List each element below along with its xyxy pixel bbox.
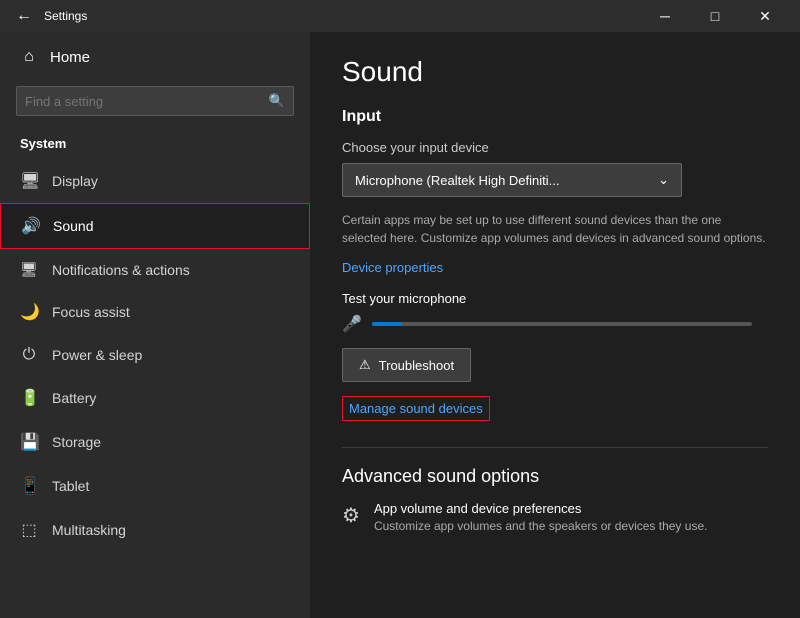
mic-row: 🎤 <box>342 314 768 334</box>
sidebar-item-battery[interactable]: 🔋 Battery <box>0 376 310 420</box>
device-properties-link[interactable]: Device properties <box>342 260 443 275</box>
choose-device-label: Choose your input device <box>342 140 768 155</box>
sidebar-item-focus[interactable]: 🌙 Focus assist <box>0 290 310 334</box>
sidebar-item-storage[interactable]: 💾 Storage <box>0 420 310 464</box>
display-icon: 🖥 <box>20 171 38 191</box>
sidebar-item-label: Display <box>52 173 98 189</box>
minimize-icon: ─ <box>660 8 670 24</box>
sidebar-item-label: Notifications & actions <box>52 262 190 278</box>
sidebar-item-display[interactable]: 🖥 Display <box>0 159 310 203</box>
chevron-down-icon: ⌄ <box>658 172 669 188</box>
multitasking-icon: ⬚ <box>20 520 38 540</box>
page-title: Sound <box>342 56 768 88</box>
sound-icon: 🔊 <box>21 216 39 236</box>
app-volume-icon: ⚙ <box>342 503 360 528</box>
info-text: Certain apps may be set up to use differ… <box>342 211 768 247</box>
battery-icon: 🔋 <box>20 388 38 408</box>
close-button[interactable]: ✕ <box>742 0 788 32</box>
maximize-icon: □ <box>711 8 719 24</box>
manage-sound-devices-link[interactable]: Manage sound devices <box>342 396 490 421</box>
sidebar-item-home[interactable]: ⌂ Home <box>0 32 310 82</box>
mic-bar-fill <box>372 322 402 326</box>
advanced-item: ⚙ App volume and device preferences Cust… <box>342 501 768 533</box>
input-device-dropdown[interactable]: Microphone (Realtek High Definiti... ⌄ <box>342 163 682 197</box>
search-input[interactable] <box>25 94 263 109</box>
mic-section: Test your microphone 🎤 <box>342 291 768 334</box>
titlebar: ← Settings ─ □ ✕ <box>0 0 800 32</box>
sidebar-item-tablet[interactable]: 📱 Tablet <box>0 464 310 508</box>
back-button[interactable]: ← <box>12 4 36 28</box>
adv-item-title[interactable]: App volume and device preferences <box>374 501 708 516</box>
search-box[interactable]: 🔍 <box>16 86 294 116</box>
sidebar-section-title: System <box>0 128 310 159</box>
main-layout: ⌂ Home 🔍 System 🖥 Display 🔊 Sound 🖥 Noti… <box>0 32 800 618</box>
sidebar-item-label: Focus assist <box>52 304 130 320</box>
input-section-title: Input <box>342 108 768 126</box>
adv-item-text: App volume and device preferences Custom… <box>374 501 708 533</box>
power-icon: ⏻ <box>20 346 38 364</box>
sidebar-item-sound[interactable]: 🔊 Sound <box>0 203 310 249</box>
sidebar-item-notifications[interactable]: 🖥 Notifications & actions <box>0 249 310 290</box>
sidebar-item-label: Battery <box>52 390 96 406</box>
sidebar-item-label: Sound <box>53 218 93 234</box>
maximize-button[interactable]: □ <box>692 0 738 32</box>
sidebar: ⌂ Home 🔍 System 🖥 Display 🔊 Sound 🖥 Noti… <box>0 32 310 618</box>
sidebar-item-label: Storage <box>52 434 101 450</box>
close-icon: ✕ <box>759 8 771 25</box>
focus-icon: 🌙 <box>20 302 38 322</box>
home-icon: ⌂ <box>20 48 38 66</box>
tablet-icon: 📱 <box>20 476 38 496</box>
content-area: Sound Input Choose your input device Mic… <box>310 32 800 618</box>
mic-bar <box>372 322 752 326</box>
sidebar-item-label: Multitasking <box>52 522 126 538</box>
mic-label: Test your microphone <box>342 291 768 306</box>
troubleshoot-button[interactable]: ⚠ Troubleshoot <box>342 348 471 382</box>
titlebar-title: Settings <box>44 9 87 23</box>
section-divider <box>342 447 768 448</box>
advanced-section-title: Advanced sound options <box>342 466 768 487</box>
back-icon: ← <box>16 7 32 25</box>
search-icon: 🔍 <box>269 93 285 109</box>
sidebar-item-label: Power & sleep <box>52 347 142 363</box>
storage-icon: 💾 <box>20 432 38 452</box>
sidebar-item-label: Tablet <box>52 478 89 494</box>
window-controls: ─ □ ✕ <box>642 0 788 32</box>
home-label: Home <box>50 49 90 66</box>
input-device-value: Microphone (Realtek High Definiti... <box>355 173 559 188</box>
notifications-icon: 🖥 <box>20 261 38 278</box>
microphone-icon: 🎤 <box>342 314 362 334</box>
troubleshoot-label: Troubleshoot <box>379 358 454 373</box>
adv-item-desc: Customize app volumes and the speakers o… <box>374 519 708 533</box>
sidebar-item-power[interactable]: ⏻ Power & sleep <box>0 334 310 376</box>
warning-icon: ⚠ <box>359 357 371 373</box>
sidebar-item-multitasking[interactable]: ⬚ Multitasking <box>0 508 310 552</box>
minimize-button[interactable]: ─ <box>642 0 688 32</box>
